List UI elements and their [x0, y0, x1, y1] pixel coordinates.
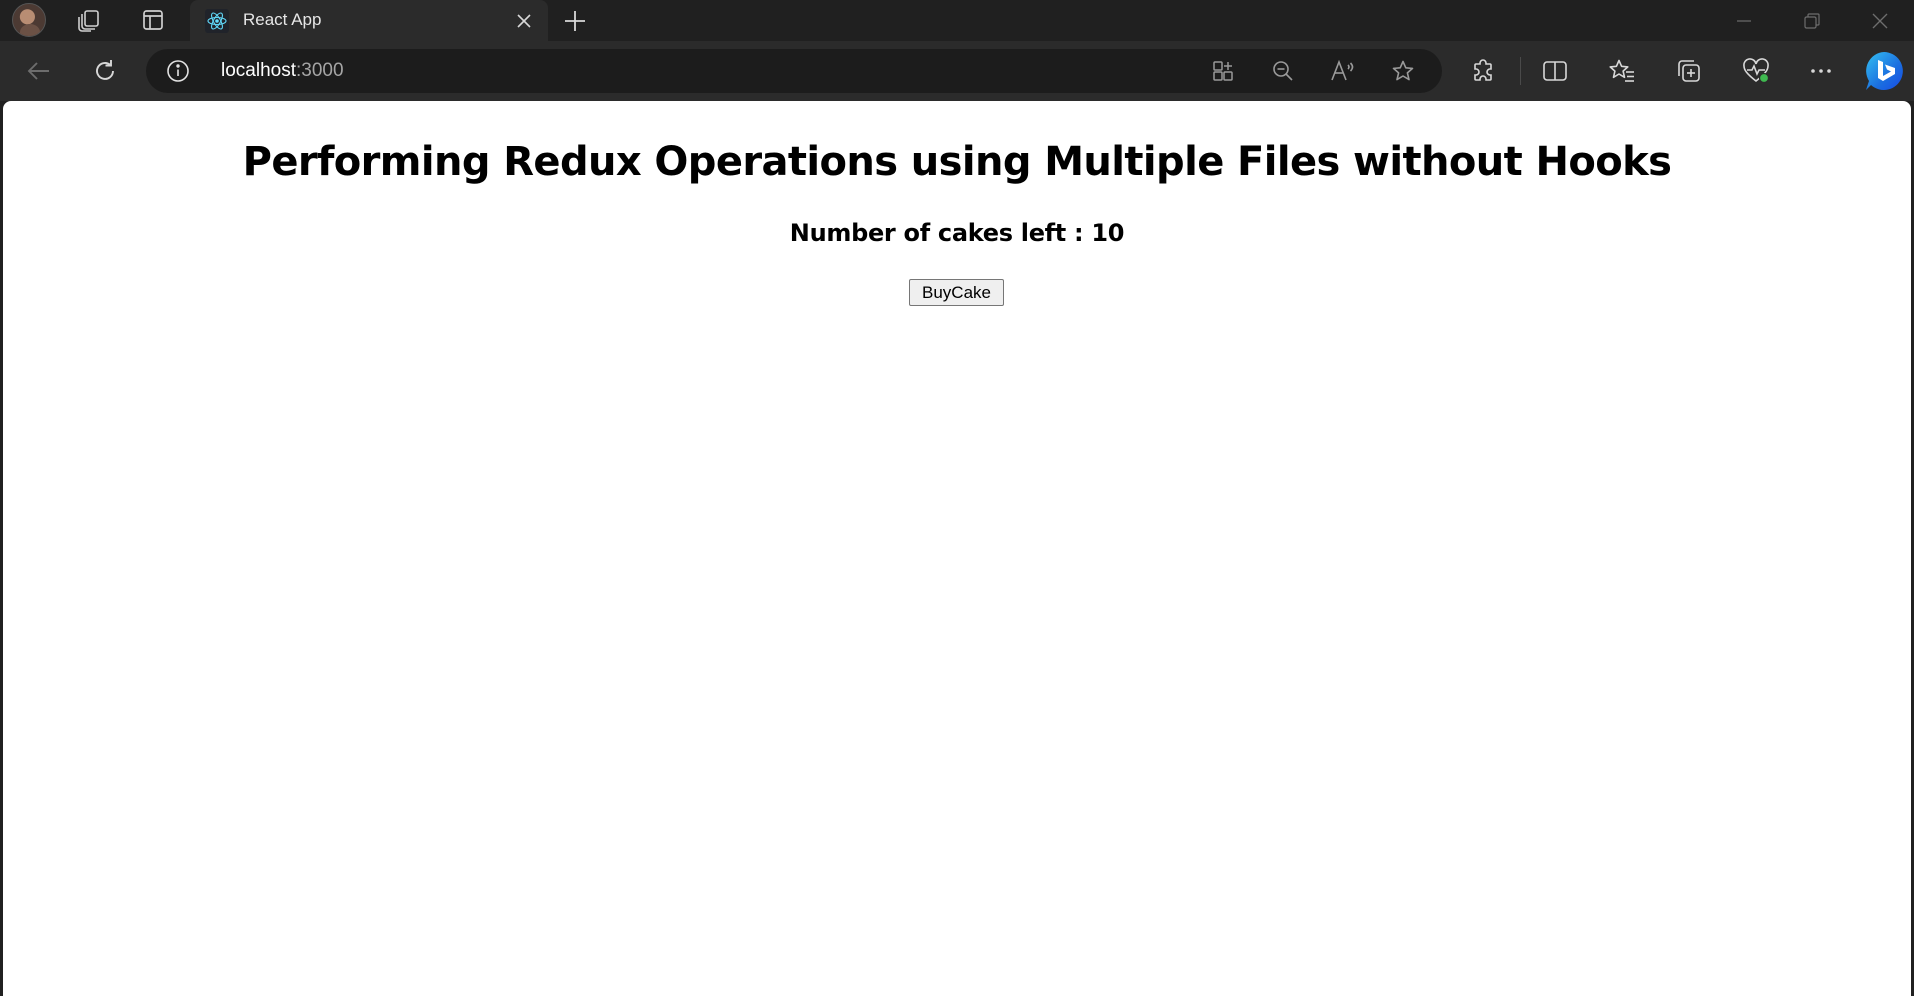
react-logo-icon — [205, 9, 229, 33]
more-icon — [1811, 69, 1831, 73]
browser-essentials-button[interactable] — [1737, 53, 1775, 89]
minimize-button[interactable] — [1716, 0, 1772, 41]
split-screen-button[interactable] — [1536, 53, 1574, 89]
page-heading: Performing Redux Operations using Multip… — [242, 139, 1672, 185]
plus-icon — [565, 11, 585, 31]
page-viewport: Performing Redux Operations using Multip… — [3, 101, 1911, 996]
url-port: :3000 — [296, 60, 344, 81]
new-tab-button[interactable] — [557, 4, 593, 38]
puzzle-icon — [1474, 59, 1492, 81]
info-icon[interactable] — [166, 59, 190, 83]
tab-strip: React App — [0, 0, 1914, 41]
minimize-icon — [1737, 19, 1751, 22]
bing-copilot-icon — [1866, 52, 1903, 90]
browser-toolbar: localhost:3000 — [0, 41, 1914, 101]
back-button[interactable] — [20, 53, 58, 89]
refresh-icon — [96, 60, 114, 80]
split-screen-icon — [1543, 61, 1567, 81]
url-host: localhost — [221, 60, 296, 81]
more-button[interactable] — [1802, 53, 1840, 89]
buy-cake-button[interactable]: BuyCake — [909, 279, 1004, 306]
url-text[interactable]: localhost:3000 — [221, 60, 344, 82]
apps-icon[interactable] — [1206, 55, 1240, 87]
profile-avatar[interactable] — [12, 3, 46, 37]
restore-button[interactable] — [1784, 0, 1840, 41]
extensions-button[interactable] — [1465, 53, 1503, 89]
address-bar[interactable]: localhost:3000 — [146, 49, 1442, 93]
tab-title: React App — [243, 10, 322, 29]
copilot-button[interactable] — [1860, 47, 1908, 95]
collections-button[interactable] — [1670, 53, 1708, 89]
toolbar-divider — [1520, 57, 1521, 85]
collections-icon — [1678, 60, 1700, 82]
zoom-out-icon[interactable] — [1266, 55, 1300, 87]
heartbeat-icon — [1743, 58, 1770, 84]
favorites-button[interactable] — [1603, 53, 1641, 89]
workspaces-icon[interactable] — [72, 4, 106, 36]
refresh-button[interactable] — [86, 53, 124, 89]
favorites-icon — [1609, 59, 1634, 82]
close-icon[interactable] — [512, 9, 536, 33]
active-tab[interactable]: React App — [190, 0, 548, 41]
cakes-left-label: Number of cakes left : 10 — [789, 219, 1125, 247]
close-window-button[interactable] — [1852, 0, 1908, 41]
close-window-icon — [1872, 13, 1888, 28]
read-aloud-icon[interactable] — [1326, 55, 1360, 87]
back-arrow-icon — [27, 62, 49, 80]
vertical-tabs-icon[interactable] — [136, 4, 170, 36]
star-icon[interactable] — [1386, 55, 1420, 87]
restore-icon — [1804, 12, 1820, 29]
